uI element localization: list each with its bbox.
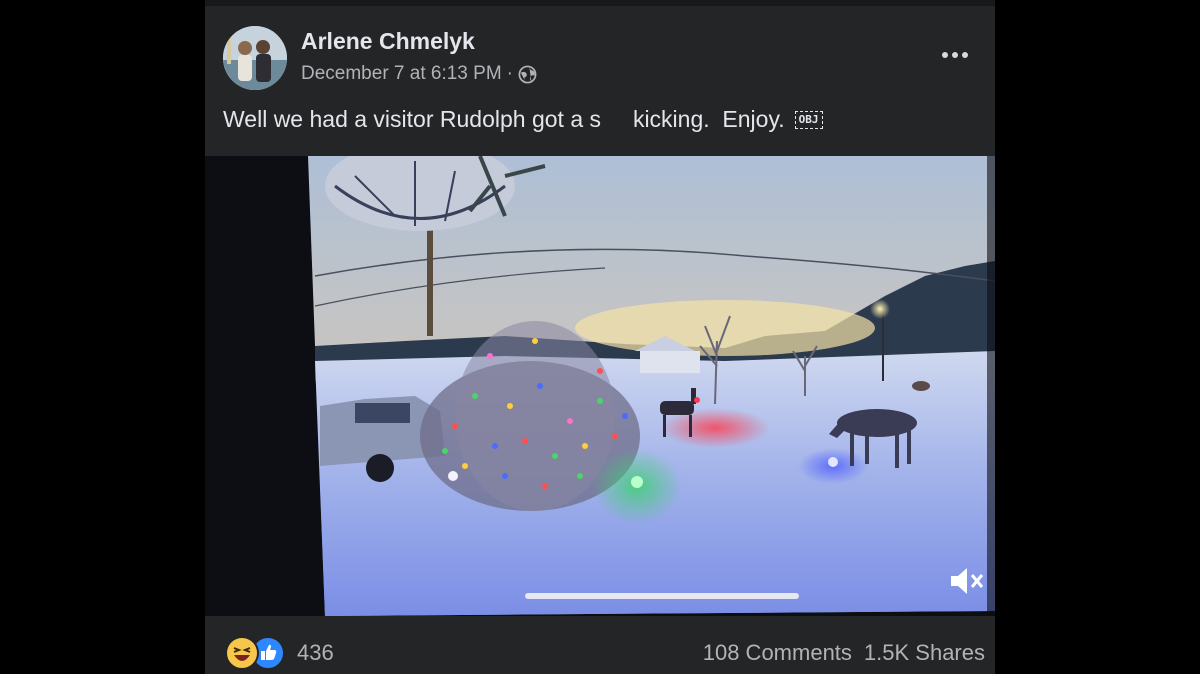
- caption-text: Well we had a visitor Rudolph got a s ki…: [223, 106, 785, 132]
- reactions-summary[interactable]: 436: [225, 636, 334, 670]
- post-caption: Well we had a visitor Rudolph got a s ki…: [223, 106, 823, 133]
- globe-icon: [518, 65, 537, 84]
- video-frame: [205, 156, 995, 616]
- mute-button[interactable]: [947, 561, 987, 601]
- object-replacement-glyph: OBJ: [794, 110, 823, 129]
- more-options-icon: [942, 52, 948, 58]
- author-name[interactable]: Arlene Chmelyk: [301, 28, 475, 55]
- video-progress-bar[interactable]: [525, 593, 799, 599]
- post-meta: December 7 at 6:13 PM ·: [301, 63, 537, 85]
- more-options-dot: [962, 52, 968, 58]
- meta-separator: ·: [506, 63, 513, 84]
- haha-reaction-icon: [225, 636, 259, 670]
- video-player[interactable]: [205, 156, 995, 616]
- reaction-count: 436: [297, 640, 334, 665]
- more-options-dot: [952, 52, 958, 58]
- shares-link[interactable]: 1.5K Shares: [864, 640, 985, 666]
- post-timestamp[interactable]: December 7 at 6:13 PM: [301, 63, 502, 85]
- post-card: Arlene Chmelyk December 7 at 6:13 PM · W…: [205, 0, 995, 674]
- post-footer: 436 108 Comments 1.5K Shares: [205, 616, 995, 674]
- top-divider: [205, 0, 995, 6]
- comments-link[interactable]: 108 Comments: [703, 640, 852, 666]
- engagement-stats: 108 Comments 1.5K Shares: [703, 640, 985, 666]
- volume-muted-icon: [951, 568, 984, 594]
- more-options-button[interactable]: [935, 40, 975, 70]
- avatar[interactable]: [223, 26, 287, 90]
